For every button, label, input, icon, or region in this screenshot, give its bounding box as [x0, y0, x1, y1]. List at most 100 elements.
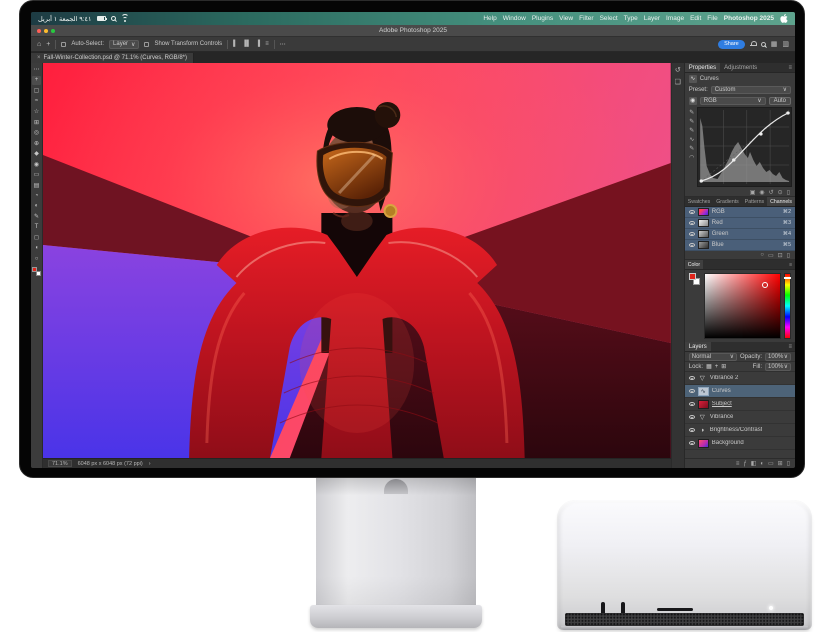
layer-mask-icon[interactable]: ◧ — [751, 460, 757, 467]
tab-gradients[interactable]: Gradients — [713, 197, 742, 206]
channel-row-rgb[interactable]: RGB ⌘2 — [685, 207, 795, 218]
channel-row-green[interactable]: Green ⌘4 — [685, 229, 795, 240]
fg-bg-color-swatches[interactable] — [689, 273, 701, 339]
search-icon[interactable] — [761, 42, 766, 47]
move-tool-icon[interactable]: + — [46, 40, 50, 49]
magic-wand-tool[interactable]: ☆ — [32, 107, 41, 116]
toolbar-menu-icon[interactable]: ⋯ — [32, 65, 41, 74]
align-right-icon[interactable]: ▐ — [256, 41, 260, 47]
close-tab-icon[interactable]: × — [37, 55, 41, 61]
align-center-icon[interactable]: ▐▌ — [242, 41, 251, 47]
clip-to-layer-icon[interactable]: ▣ — [750, 189, 756, 196]
history-panel-icon[interactable]: ↺ — [675, 66, 681, 74]
move-tool[interactable]: + — [32, 76, 41, 85]
panel-menu-icon[interactable]: ≡ — [785, 63, 795, 72]
workspace-switcher-icon[interactable]: ▥ — [782, 40, 789, 49]
tab-patterns[interactable]: Patterns — [742, 197, 767, 206]
panel-menu-icon[interactable]: ≡ — [785, 342, 795, 351]
smooth-icon[interactable]: ◠ — [689, 154, 694, 161]
layer-row-vibrance[interactable]: ▽ Vibrance — [685, 411, 795, 424]
healing-tool[interactable]: ⊕ — [32, 139, 41, 148]
color-marker[interactable] — [762, 282, 768, 288]
menu-filter[interactable]: Filter — [579, 15, 593, 22]
battery-icon[interactable] — [97, 16, 106, 21]
saturation-brightness-field[interactable] — [704, 273, 781, 339]
document-tab[interactable]: × Fall-Winter-Collection.psd @ 71.1% (Cu… — [31, 53, 194, 63]
reset-icon[interactable]: ↺ — [769, 189, 774, 196]
comments-panel-icon[interactable]: ❏ — [675, 78, 681, 86]
crop-tool[interactable]: ⊞ — [32, 118, 41, 127]
preset-dropdown[interactable]: Custom∨ — [711, 86, 791, 94]
apple-logo-icon[interactable] — [780, 14, 788, 23]
lock-all-icon[interactable]: ⊞ — [721, 363, 726, 370]
canvas-image[interactable] — [43, 63, 671, 458]
layer-row-background[interactable]: Background — [685, 437, 795, 450]
menu-layer[interactable]: Layer — [644, 15, 660, 22]
tab-swatches[interactable]: Swatches — [685, 197, 714, 206]
visibility-eye-icon[interactable] — [689, 243, 695, 247]
blend-mode-dropdown[interactable]: Normal∨ — [689, 353, 737, 361]
eyedropper-tool[interactable]: ◎ — [32, 128, 41, 137]
channel-dropdown[interactable]: RGB∨ — [700, 97, 766, 105]
delete-icon[interactable]: ▯ — [787, 189, 790, 196]
shape-tool[interactable]: ◻ — [32, 233, 41, 242]
align-left-icon[interactable]: ▌ — [233, 41, 237, 47]
foreground-background-swatches[interactable] — [32, 267, 41, 276]
tab-layers[interactable]: Layers — [685, 342, 711, 351]
more-options-icon[interactable]: ⋯ — [280, 41, 286, 48]
new-channel-icon[interactable]: ⊡ — [778, 252, 783, 259]
curve-tool-icon[interactable]: ∿ — [689, 136, 694, 143]
eraser-tool[interactable]: ▭ — [32, 170, 41, 179]
channel-row-red[interactable]: Red ⌘3 — [685, 218, 795, 229]
notifications-bell-icon[interactable] — [750, 41, 756, 47]
view-previous-icon[interactable]: ◉ — [759, 189, 764, 196]
hue-marker[interactable] — [784, 277, 791, 279]
clone-stamp-tool[interactable]: ◉ — [32, 160, 41, 169]
visibility-eye-icon[interactable] — [689, 415, 695, 419]
lock-position-icon[interactable]: + — [715, 364, 719, 370]
clock-date[interactable]: ٩:٤١ الجمعة ١ أبريل — [38, 15, 92, 23]
home-icon[interactable]: ⌂ — [37, 40, 41, 49]
menu-select[interactable]: Select — [600, 15, 618, 22]
targeted-adjustment-icon[interactable]: ◉ — [689, 97, 697, 105]
blur-tool[interactable]: ◔ — [32, 191, 41, 200]
new-group-icon[interactable]: ▭ — [768, 460, 774, 467]
curves-histogram[interactable] — [697, 107, 792, 187]
wifi-icon[interactable] — [121, 16, 129, 22]
zoom-tool[interactable]: ○ — [32, 254, 41, 263]
layer-row-curves[interactable]: ∿ Curves — [685, 385, 795, 398]
adjustment-layer-icon[interactable]: ◐ — [760, 461, 764, 467]
distribute-icon[interactable]: ≡ — [265, 41, 269, 47]
visibility-eye-icon[interactable] — [689, 389, 695, 393]
tab-color[interactable]: Color — [685, 260, 703, 269]
visibility-icon[interactable]: ⊙ — [778, 189, 783, 196]
gray-point-eyedropper-icon[interactable]: ✎ — [689, 118, 694, 125]
share-button[interactable]: Share — [718, 40, 745, 49]
menu-type[interactable]: Type — [624, 15, 638, 22]
layer-row-vibrance2[interactable]: ▽ Vibrance 2 — [685, 372, 795, 385]
layer-row-brightness-contrast[interactable]: ◑ Brightness/Contrast — [685, 424, 795, 437]
pencil-tool-icon[interactable]: ✎ — [689, 145, 694, 152]
dodge-tool[interactable]: ◐ — [32, 202, 41, 211]
delete-layer-icon[interactable]: ▯ — [787, 460, 790, 467]
visibility-eye-icon[interactable] — [689, 210, 695, 214]
black-point-eyedropper-icon[interactable]: ✎ — [689, 109, 694, 116]
brush-tool[interactable]: ◆ — [32, 149, 41, 158]
white-point-eyedropper-icon[interactable]: ✎ — [689, 127, 694, 134]
auto-select-checkbox[interactable] — [61, 42, 66, 47]
fill-dropdown[interactable]: 100%∨ — [765, 363, 791, 371]
visibility-eye-icon[interactable] — [689, 376, 695, 380]
pen-tool[interactable]: ✎ — [32, 212, 41, 221]
menu-photoshop[interactable]: Photoshop 2025 — [724, 15, 774, 22]
tab-properties[interactable]: Properties — [685, 63, 720, 72]
lock-transparency-icon[interactable]: ▦ — [706, 363, 712, 370]
menu-window[interactable]: Window — [503, 15, 526, 22]
show-transform-checkbox[interactable] — [144, 42, 149, 47]
menu-plugins[interactable]: Plugins — [532, 15, 553, 22]
tab-adjustments[interactable]: Adjustments — [720, 63, 761, 72]
menu-help[interactable]: Help — [483, 15, 496, 22]
auto-select-target-dropdown[interactable]: Layer ∨ — [109, 40, 139, 49]
save-selection-icon[interactable]: ▭ — [768, 252, 774, 259]
gradient-tool[interactable]: ▤ — [32, 181, 41, 190]
layer-row-subject[interactable]: Subject — [685, 398, 795, 411]
